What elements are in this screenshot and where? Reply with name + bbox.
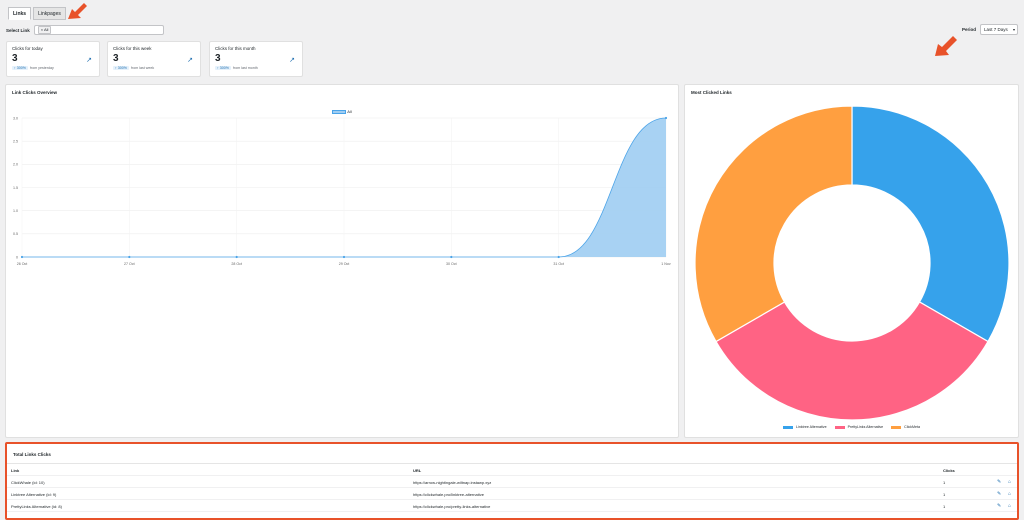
donut-legend-label: Linktree Alternative [796,425,827,429]
stats-icon[interactable]: ⌂ [1008,503,1011,509]
x-tick-label: 1 Nov [661,262,671,266]
data-point [450,255,453,259]
pie-slice [851,105,1010,343]
total-links-clicks-panel: Total Links Clicks Link URL Clicks Click… [5,442,1019,520]
table-header-row: Link URL Clicks [7,464,1017,476]
data-point [20,255,24,259]
row-url[interactable]: https://arrow-nightingale-wiltnap.instaw… [413,480,491,485]
period-value: Last 7 Days [984,27,1008,32]
stat-value: 3 [215,53,221,64]
select-link-row: Select Link × All [6,25,164,35]
stat-title: Clicks for today [12,46,43,51]
stat-card-week: Clicks for this week 3 ↑ 300% from last … [107,41,201,77]
stat-note: from yesterday [30,66,54,70]
data-point [664,116,668,120]
period-row: Period Last 7 Days ▾ [962,24,1018,35]
stat-trend: ↑ 300% from last week [113,66,195,70]
header-clicks: Clicks [943,468,955,473]
stats-icon[interactable]: ⌂ [1008,479,1011,485]
row-link[interactable]: Linktree Alternative (id: 9) [11,492,56,497]
stat-pct-badge: ↑ 300% [113,66,129,70]
legend-swatch [783,425,794,429]
stat-trend: ↑ 300% from last month [215,66,297,70]
data-point [342,255,346,259]
stat-value: 3 [12,53,18,64]
donut-legend-item[interactable]: ClickMeta [891,425,920,429]
chevron-down-icon: ▾ [1012,27,1015,32]
period-select[interactable]: Last 7 Days ▾ [980,24,1018,35]
donut-legend-label: PrettyLinks Alternative [847,425,884,429]
x-tick-label: 29 Oct [339,262,350,266]
legend-swatch [834,425,845,429]
stat-pct-badge: ↑ 300% [12,66,28,70]
legend-swatch [891,425,902,429]
overview-panel: Link Clicks Overview All 0 0.5 1.0 1.5 2.0 2.… [5,84,679,438]
row-url[interactable]: https://clickwhale.pro/pretty-links-alte… [413,504,490,509]
annotation-arrow-icon [68,3,87,19]
row-clicks: 1 [943,504,946,509]
y-tick-label: 1.5 [13,186,18,190]
trend-up-icon: ↗ [289,57,295,64]
header-url: URL [413,468,422,473]
donut-legend-label: ClickMeta [904,425,920,429]
edit-icon[interactable]: ✎ [997,491,1001,497]
stat-pct-badge: ↑ 300% [215,66,231,70]
pie-slice [715,301,989,421]
y-tick-label: 2.0 [13,163,18,167]
select-link-input[interactable]: × All [33,25,164,35]
donut-chart [694,105,1010,421]
stat-value: 3 [113,53,119,64]
tab-links[interactable]: Links [8,7,32,20]
top-tabs: Links Linkpages [8,7,66,20]
trend-up-icon: ↗ [187,57,193,64]
row-clicks: 1 [943,492,946,497]
row-link[interactable]: PrettyLinks Alternative (id: 8) [11,504,62,509]
annotation-arrow-icon [935,36,957,56]
x-tick-label: 27 Oct [124,262,135,266]
stat-card-today: Clicks for today 3 ↑ 300% from yesterday… [6,41,100,77]
table-row: PrettyLinks Alternative (id: 8) https://… [7,500,1017,512]
data-point [235,255,238,259]
table-title: Total Links Clicks [13,452,51,457]
select-link-label: Select Link [6,27,30,33]
row-url[interactable]: https://clickwhale.pro/linktree-alternat… [413,492,484,497]
x-tick-label: 28 Oct [231,262,242,266]
donut-legend-item[interactable]: Linktree Alternative [783,425,827,429]
period-label: Period [961,27,976,32]
y-tick-label: 2.5 [13,139,18,143]
data-point [557,255,560,259]
edit-icon[interactable]: ✎ [997,503,1001,509]
stats-icon[interactable]: ⌂ [1008,491,1011,497]
table-row: Linktree Alternative (id: 9) https://cli… [7,488,1017,500]
trend-up-icon: ↗ [86,57,92,64]
area-chart: 0 0.5 1.0 1.5 2.0 2.5 3.0 26 Oct 27 Oct 28 Oct 29 … [13,116,671,266]
stat-trend: ↑ 300% from yesterday [12,66,94,70]
stat-title: Clicks for this month [215,46,256,51]
table-row: ClickWhale (id: 10) https://arrow-nighti… [7,476,1017,488]
y-tick-label: 0.5 [13,232,18,236]
select-link-chip[interactable]: × All [37,26,52,34]
stat-card-month: Clicks for this month 3 ↑ 300% from last… [209,41,303,77]
x-tick-label: 31 Oct [553,262,564,266]
row-link[interactable]: ClickWhale (id: 10) [11,480,45,485]
x-tick-label: 26 Oct [17,262,28,266]
pie-slice [694,105,853,343]
header-link: Link [11,468,20,473]
row-clicks: 1 [943,480,946,485]
stat-note: from last week [131,66,155,70]
data-point [128,255,131,259]
stat-note: from last month [233,66,258,70]
x-tick-label: 30 Oct [446,262,457,266]
y-tick-label: 1.0 [13,209,18,213]
edit-icon[interactable]: ✎ [997,479,1001,485]
y-tick-label: 3.0 [13,116,18,120]
donut-legend-item[interactable]: PrettyLinks Alternative [834,425,884,429]
stat-title: Clicks for this week [113,46,152,51]
donut-legend: Linktree Alternative PrettyLinks Alterna… [685,425,1018,429]
tab-linkpages[interactable]: Linkpages [33,7,66,20]
y-tick-label: 0 [16,255,18,259]
most-clicked-panel: Most Clicked Links Linktree Alternative … [684,84,1019,438]
